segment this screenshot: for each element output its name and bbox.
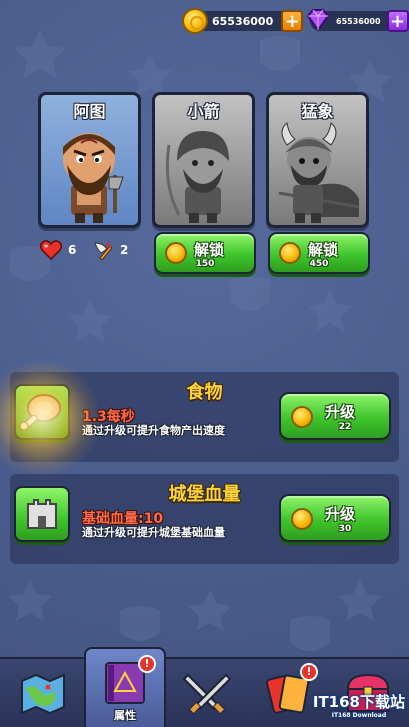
nav-attributes[interactable]: ! 属性 [84,647,166,727]
alert-badge: ! [300,663,318,681]
upgrade-food-button[interactable]: 升级 22 [279,392,391,440]
barbarian-hero-portrait [63,133,124,223]
gold-coin-icon [291,406,313,428]
watermark: IT168下载站 IT168 Download [313,691,405,719]
food-rate-value: 1.3每秒 [82,409,135,425]
unlock-label: 解锁 [308,241,339,259]
archer-hero-portrait-locked [165,131,229,223]
upgrade-cost: 22 [338,422,352,432]
watermark-sub: IT168 Download [331,712,387,719]
coin-counter: 65536000 + [182,8,304,34]
upgrade-label: 升级 [325,505,356,523]
nav-map[interactable] [2,659,84,727]
mammoth-rider-hero-portrait-locked [278,122,360,223]
attack-value: 2 [120,243,129,257]
upgrade-castle-button[interactable]: 升级 30 [279,494,391,542]
food-upgrade-panel: 食物 1.3每秒 通过升级可提升食物产出速度 升级 22 [10,372,399,462]
lives-stat: 6 [40,240,76,260]
crossed-swords-icon [182,673,232,715]
winged-sword-icon [94,242,113,260]
purple-gem-icon [306,9,330,32]
unlock-mengxiang-button[interactable]: 解锁 450 [268,232,370,274]
gem-counter: 65536000 + [306,9,409,33]
add-gems-button[interactable]: + [386,10,409,32]
watermark-suffix: 下载站 [359,693,405,711]
hero-card-mengxiang[interactable]: 猛象 [266,92,369,228]
hero-card-atu[interactable]: 阿图 [38,92,141,228]
nav-battle[interactable] [166,659,248,727]
upgrade-label: 升级 [325,403,356,421]
add-coins-button[interactable]: + [281,10,304,32]
unlock-cost: 450 [309,259,329,269]
watermark-text: IT168 [312,693,360,711]
coin-amount: 65536000 [212,14,274,28]
castle-upgrade-panel: 城堡血量 基础血量:10 通过升级可提升城堡基础血量 升级 30 [10,474,399,564]
unlock-label: 解锁 [194,241,225,259]
alert-badge: ! [138,655,156,673]
castle-hp-value: 基础血量:10 [82,511,164,527]
attack-stat: 2 [92,240,128,260]
gem-amount: 65536000 [336,16,381,26]
gold-coin-icon [291,508,313,530]
upgrade-cost: 30 [338,524,352,534]
panel-description: 通过升级可提升食物产出速度 [82,424,225,437]
heart-icon [40,240,62,260]
gold-coin-icon [182,8,208,34]
lives-value: 6 [68,243,77,257]
map-icon [21,673,65,715]
unlock-xiaojian-button[interactable]: 解锁 150 [154,232,256,274]
bottom-navigation: ! 属性 ! IT168下载站 IT168 Download [0,647,409,727]
unlock-cost: 150 [195,259,215,269]
hero-card-xiaojian[interactable]: 小箭 [152,92,255,228]
panel-description: 通过升级可提升城堡基础血量 [82,526,225,539]
nav-label: 属性 [114,709,136,722]
